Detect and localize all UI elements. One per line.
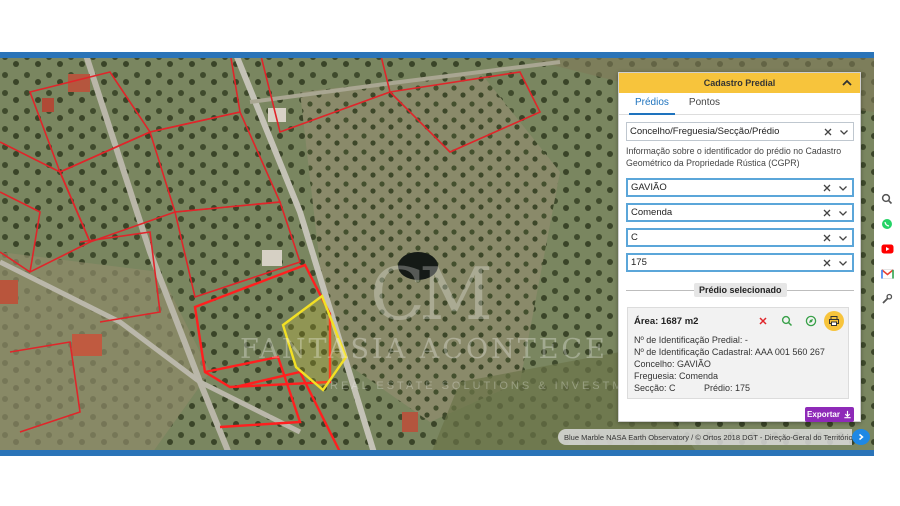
export-label: Exportar xyxy=(807,410,840,419)
zoom-button[interactable] xyxy=(777,311,797,331)
bottom-accent-bar xyxy=(0,450,874,456)
top-accent-bar xyxy=(0,52,874,58)
selected-predio-label: Prédio selecionado xyxy=(694,283,787,297)
side-gmail-button[interactable] xyxy=(878,265,896,283)
chevron-up-icon xyxy=(842,79,852,86)
close-icon xyxy=(759,317,767,325)
side-tools-button[interactable] xyxy=(878,290,896,308)
compass-icon xyxy=(805,315,817,327)
gmail-icon xyxy=(880,269,894,279)
concelho-select[interactable]: GAVIÃO xyxy=(626,178,854,197)
chevron-down-icon[interactable] xyxy=(838,233,848,243)
predio-select[interactable]: 175 xyxy=(626,253,854,272)
panel-tabs: Prédios Pontos xyxy=(619,93,860,115)
clear-icon[interactable] xyxy=(822,208,832,218)
screen: CM FANTASIA ACONTECE REAL ESTATE SOLUTIO… xyxy=(0,0,900,506)
cadastro-predial-panel: Cadastro Predial Prédios Pontos Concelho… xyxy=(618,72,861,422)
download-icon xyxy=(844,410,851,419)
side-whatsapp-button[interactable] xyxy=(878,215,896,233)
print-button[interactable] xyxy=(824,311,844,331)
youtube-icon xyxy=(881,244,893,254)
chevron-down-icon[interactable] xyxy=(838,183,848,193)
side-youtube-button[interactable] xyxy=(878,240,896,258)
id-predial: Nº de Identificação Predial: - xyxy=(634,335,748,345)
mode-select[interactable]: Concelho/Freguesia/Secção/Prédio xyxy=(626,122,854,141)
seccao-info: Secção: C xyxy=(634,383,676,393)
mode-select-value: Concelho/Freguesia/Secção/Prédio xyxy=(630,126,780,137)
chevron-down-icon[interactable] xyxy=(839,127,849,137)
tab-predios[interactable]: Prédios xyxy=(625,93,679,115)
selected-predio-card: Área: 1687 m2 Nº de Identificação Predia… xyxy=(627,307,849,399)
side-toolbar xyxy=(878,190,900,315)
chevron-down-icon[interactable] xyxy=(838,258,848,268)
clear-icon[interactable] xyxy=(823,127,833,137)
clear-icon[interactable] xyxy=(822,233,832,243)
info-text: Informação sobre o identificador do préd… xyxy=(626,146,842,168)
navigate-button[interactable] xyxy=(801,311,821,331)
panel-title: Cadastro Predial xyxy=(703,78,776,88)
freguesia-value: Comenda xyxy=(631,207,673,218)
area-value: Área: 1687 m2 xyxy=(634,316,699,327)
wrench-icon xyxy=(882,293,893,304)
whatsapp-icon xyxy=(882,219,892,229)
clear-icon[interactable] xyxy=(822,258,832,268)
predio-info: Prédio: 175 xyxy=(704,383,751,393)
export-button[interactable]: Exportar xyxy=(805,407,854,422)
close-button[interactable] xyxy=(753,311,773,331)
seccao-value: C xyxy=(631,232,638,243)
concelho-info: Concelho: GAVIÃO xyxy=(634,359,711,369)
collapse-button[interactable] xyxy=(840,76,854,90)
side-search-button[interactable] xyxy=(878,190,896,208)
chevron-down-icon[interactable] xyxy=(838,208,848,218)
freguesia-select[interactable]: Comenda xyxy=(626,203,854,222)
freguesia-info: Freguesia: Comenda xyxy=(634,371,719,381)
chevron-right-icon xyxy=(859,433,864,441)
search-icon xyxy=(781,315,793,327)
panel-header: Cadastro Predial xyxy=(619,73,860,93)
attribution-toggle[interactable] xyxy=(852,429,870,445)
tab-pontos[interactable]: Pontos xyxy=(679,93,730,114)
concelho-value: GAVIÃO xyxy=(631,182,667,193)
clear-icon[interactable] xyxy=(822,183,832,193)
predio-value: 175 xyxy=(631,257,647,268)
id-cadastral: Nº de Identificação Cadastral: AAA 001 5… xyxy=(634,347,825,357)
printer-icon xyxy=(829,316,839,326)
search-icon xyxy=(881,193,893,205)
map-attribution: Blue Marble NASA Earth Observatory / © O… xyxy=(558,429,852,445)
attribution-text: Blue Marble NASA Earth Observatory / © O… xyxy=(564,432,852,442)
seccao-select[interactable]: C xyxy=(626,228,854,247)
